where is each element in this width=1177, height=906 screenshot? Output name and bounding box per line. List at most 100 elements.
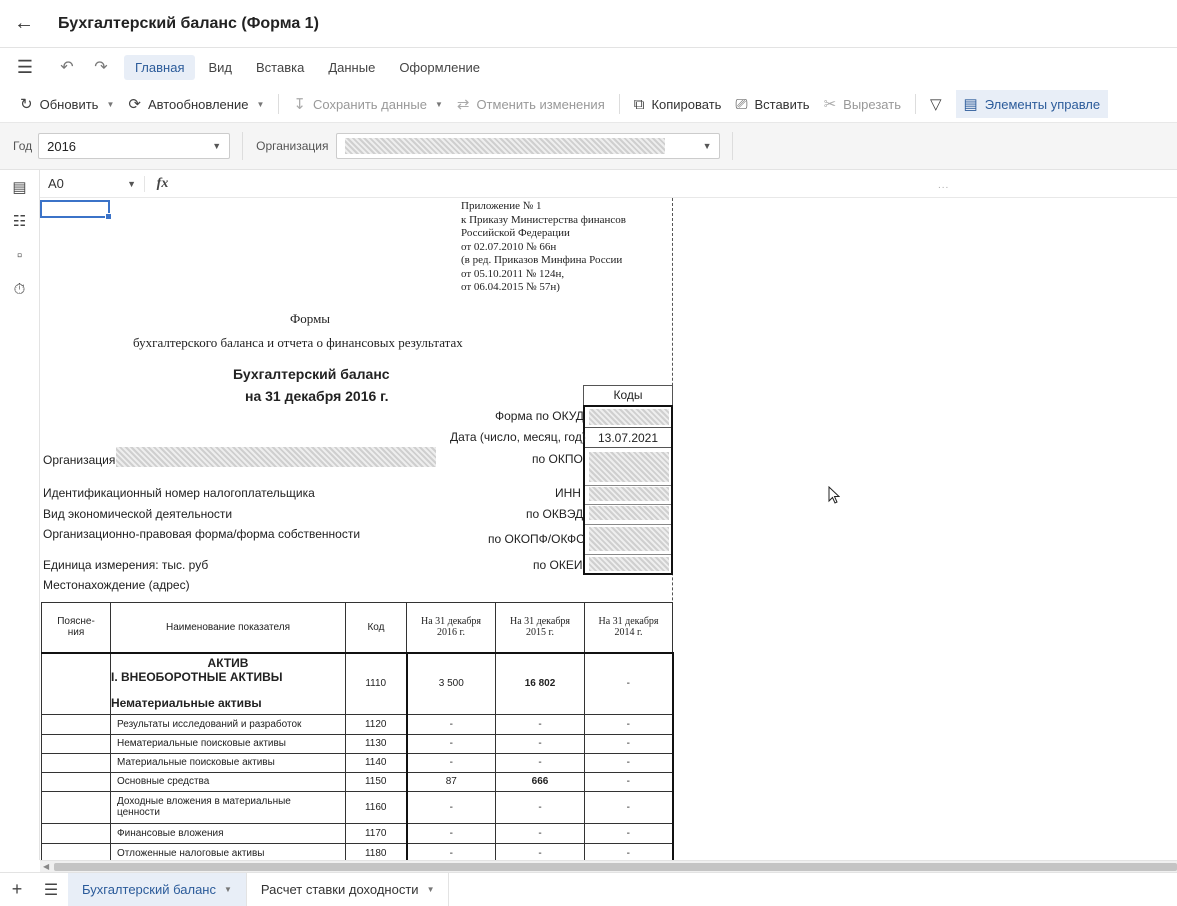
balance-table: Поясне-ния Наименование показателя Код Н… — [41, 602, 674, 860]
menu-tab-insert[interactable]: Вставка — [245, 55, 315, 80]
header-line: На 31 декабря — [509, 616, 571, 628]
scrollbar-thumb[interactable] — [54, 863, 1177, 871]
value-2015-cell[interactable]: 666 — [495, 771, 585, 792]
value-2014-cell[interactable]: - — [584, 771, 674, 792]
value-2016-cell[interactable]: - — [405, 790, 496, 824]
chevron-down-icon[interactable]: ▼ — [224, 885, 232, 894]
value-2015-cell[interactable]: - — [495, 752, 585, 773]
controls-button[interactable]: ▤ Элементы управле — [955, 90, 1109, 118]
value-2016-cell[interactable]: - — [405, 822, 496, 844]
autorefresh-button[interactable]: ⟳ Автообновление ▼ — [128, 95, 264, 113]
cut-button[interactable]: ✂ Вырезать — [824, 95, 901, 113]
code-cell[interactable]: 1120 — [345, 713, 407, 735]
paste-button[interactable]: ⎚ Вставить — [735, 96, 809, 113]
codes-header: Коды — [583, 385, 673, 405]
org-select[interactable]: ▼ — [336, 133, 721, 159]
resize-handle[interactable]: ... — [938, 180, 949, 191]
cell-reference-select[interactable]: A0 ▼ — [40, 176, 144, 191]
chevron-down-icon[interactable]: ▼ — [256, 100, 264, 109]
note-cell[interactable] — [41, 752, 111, 773]
filter-button[interactable]: ▽ — [930, 95, 942, 113]
value-2015-cell[interactable]: - — [495, 790, 585, 824]
appendix-line: от 06.04.2015 № 57н) — [461, 281, 560, 293]
note-cell[interactable] — [41, 842, 111, 860]
hierarchy-icon[interactable]: ☷ — [0, 204, 39, 238]
cancel-changes-button[interactable]: ⇄ Отменить изменения — [457, 95, 605, 113]
unit-desc-label: Единица измерения: тыс. руб — [43, 558, 209, 572]
selected-cell[interactable] — [40, 200, 112, 220]
code-cell[interactable]: 1140 — [345, 752, 407, 773]
year-select[interactable]: 2016 ▼ — [38, 133, 231, 159]
code-cell[interactable]: 1150 — [345, 771, 407, 792]
value-2014-cell[interactable]: - — [584, 822, 674, 844]
chevron-down-icon[interactable]: ▼ — [106, 100, 114, 109]
value-2014-cell[interactable]: - — [584, 790, 674, 824]
row-name-cell[interactable]: Материальные поисковые активы — [110, 752, 346, 773]
chevron-down-icon[interactable]: ▼ — [427, 885, 435, 894]
copy-button[interactable]: ⧉ Копировать — [634, 96, 722, 113]
value-2015-cell[interactable]: - — [495, 713, 585, 735]
col-header-note: Поясне-ния — [41, 602, 111, 653]
appendix-line: Приложение № 1 — [461, 200, 542, 212]
menu-tab-data[interactable]: Данные — [317, 55, 386, 80]
chevron-down-icon[interactable]: ▼ — [435, 100, 443, 109]
row-name-cell[interactable]: Доходные вложения в материальные ценност… — [110, 790, 346, 824]
row-name-cell[interactable]: Финансовые вложения — [110, 822, 346, 844]
value-2014-cell[interactable]: - — [584, 651, 674, 715]
horizontal-scrollbar[interactable]: ◀ — [40, 860, 1177, 872]
refresh-button[interactable]: ↻ Обновить ▼ — [20, 95, 114, 113]
row-name-cell[interactable]: Нематериальные поисковые активы — [110, 733, 346, 754]
hamburger-menu-icon[interactable]: ☰ — [0, 57, 50, 78]
code-cell[interactable]: 1180 — [345, 842, 407, 860]
redo-icon[interactable]: ↷ — [84, 57, 118, 77]
note-cell[interactable] — [41, 771, 111, 792]
note-cell[interactable] — [41, 733, 111, 754]
row-name-cell[interactable]: Отложенные налоговые активы — [110, 842, 346, 860]
okopf-value-redacted — [589, 527, 669, 551]
note-cell[interactable] — [41, 713, 111, 735]
parameters-bar: Год 2016 ▼ Организация ▼ — [0, 122, 1177, 170]
back-arrow-icon[interactable]: ← — [0, 0, 48, 48]
history-icon[interactable]: ⏱ — [0, 272, 39, 306]
code-cell[interactable]: 1170 — [345, 822, 407, 844]
value-2015-cell[interactable]: - — [495, 822, 585, 844]
code-cell[interactable]: 1130 — [345, 733, 407, 754]
value-2016-cell[interactable]: 87 — [405, 771, 496, 792]
value-2016-cell[interactable]: - — [405, 842, 496, 860]
menu-tab-view[interactable]: Вид — [197, 55, 243, 80]
function-icon[interactable]: fx — [144, 175, 180, 192]
comments-icon[interactable]: ▫ — [0, 238, 39, 272]
note-cell[interactable] — [41, 790, 111, 824]
section-name-cell[interactable]: АКТИВ I. ВНЕОБОРОТНЫЕ АКТИВЫ Нематериаль… — [110, 651, 346, 715]
row-name-cell[interactable]: Основные средства — [110, 771, 346, 792]
sheets-menu-icon[interactable]: ☰ — [34, 880, 68, 900]
value-2014-cell[interactable]: - — [584, 752, 674, 773]
spreadsheet-area[interactable]: Приложение № 1 к Приказу Министерства фи… — [40, 198, 1177, 860]
sheet-tab-balance[interactable]: Бухгалтерский баланс ▼ — [68, 872, 247, 906]
code-cell[interactable]: 1110 — [345, 651, 407, 715]
value-2015-cell[interactable]: - — [495, 842, 585, 860]
value-2015-cell[interactable]: 16 802 — [495, 651, 585, 715]
value-2016-cell[interactable]: 3 500 — [405, 651, 496, 715]
code-cell[interactable]: 1160 — [345, 790, 407, 824]
value-2016-cell[interactable]: - — [405, 752, 496, 773]
value-2016-cell[interactable]: - — [405, 713, 496, 735]
note-cell[interactable] — [41, 651, 111, 715]
sheet-tab-yield[interactable]: Расчет ставки доходности ▼ — [247, 872, 450, 906]
add-sheet-icon[interactable]: + — [0, 879, 34, 900]
sheet-tab-label: Расчет ставки доходности — [260, 882, 419, 897]
note-cell[interactable] — [41, 822, 111, 844]
value-2014-cell[interactable]: - — [584, 713, 674, 735]
undo-icon[interactable]: ↶ — [50, 57, 84, 77]
row-name-cell[interactable]: Результаты исследований и разработок — [110, 713, 346, 735]
value-2016-cell[interactable]: - — [405, 733, 496, 754]
value-2015-cell[interactable]: - — [495, 733, 585, 754]
value-2014-cell[interactable]: - — [584, 733, 674, 754]
legal-desc-label: Организационно-правовая форма/форма собс… — [43, 527, 361, 541]
menu-tab-format[interactable]: Оформление — [388, 55, 491, 80]
save-data-button[interactable]: ↧ Сохранить данные ▼ — [293, 95, 442, 113]
menu-tab-home[interactable]: Главная — [124, 54, 196, 80]
sheets-list-icon[interactable]: ▤ — [0, 170, 39, 204]
value-2014-cell[interactable]: - — [584, 842, 674, 860]
left-sidebar: ▤ ☷ ▫ ⏱ — [0, 170, 40, 860]
